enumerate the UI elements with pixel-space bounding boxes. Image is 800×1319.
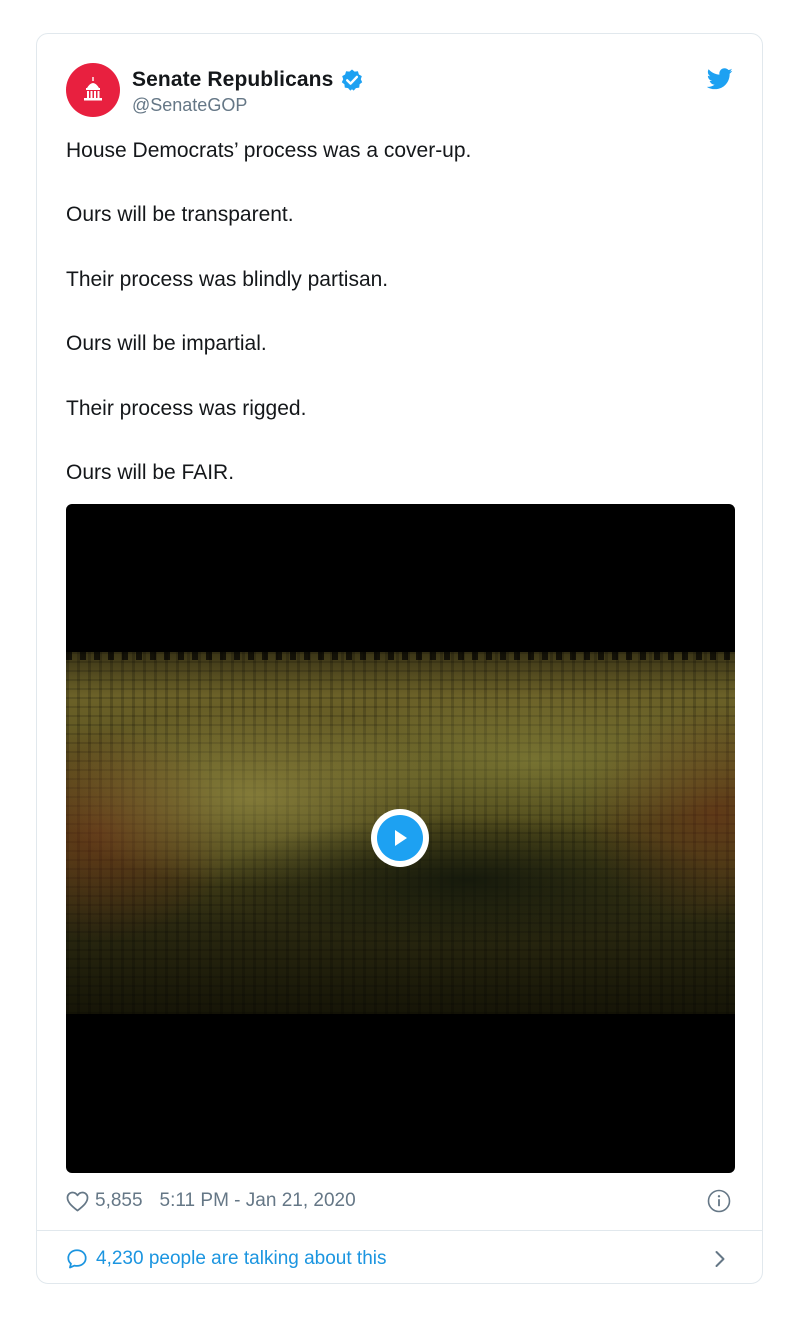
user-handle[interactable]: @SenateGOP <box>132 95 364 116</box>
chevron-right-icon <box>714 1250 726 1268</box>
video-player[interactable] <box>66 504 735 1173</box>
display-name-row: Senate Republicans <box>132 67 364 93</box>
verified-badge-icon <box>340 68 364 92</box>
conversation-text: 4,230 people are talking about this <box>96 1248 387 1269</box>
display-name[interactable]: Senate Republicans <box>132 68 333 92</box>
avatar[interactable] <box>66 63 120 117</box>
play-button[interactable] <box>371 809 429 867</box>
conversation-link[interactable]: 4,230 people are talking about this <box>66 1244 734 1274</box>
speech-bubble-icon <box>67 1249 87 1269</box>
like-count: 5,855 <box>95 1190 143 1211</box>
info-icon[interactable] <box>707 1189 731 1213</box>
capitol-icon <box>84 77 102 101</box>
twitter-bird-icon[interactable] <box>706 68 733 90</box>
like-button[interactable]: 5,855 <box>66 1190 143 1212</box>
tweet-footer: 5,855 5:11 PM - Jan 21, 2020 <box>66 1184 734 1218</box>
author-info: Senate Republicans @SenateGOP <box>132 67 364 116</box>
divider <box>37 1230 762 1231</box>
tweet-card: Senate Republicans @SenateGOP House Demo… <box>36 33 763 1284</box>
heart-icon <box>66 1191 89 1211</box>
tweet-line: Ours will be impartial. <box>66 332 267 356</box>
tweet-line: House Democrats’ process was a cover-up. <box>66 139 472 162</box>
tweet-line: Their process was blindly partisan. <box>66 267 389 291</box>
tweet-header: Senate Republicans @SenateGOP <box>66 63 734 119</box>
tweet-line: Their process was rigged. <box>66 396 307 420</box>
play-icon <box>377 815 423 861</box>
tweet-line: Ours will be transparent. <box>66 203 294 227</box>
tweet-line: Ours will be FAIR. <box>66 460 235 484</box>
tweet-timestamp[interactable]: 5:11 PM - Jan 21, 2020 <box>160 1190 356 1212</box>
tweet-text: House Democrats’ process was a cover-up.… <box>66 138 733 524</box>
